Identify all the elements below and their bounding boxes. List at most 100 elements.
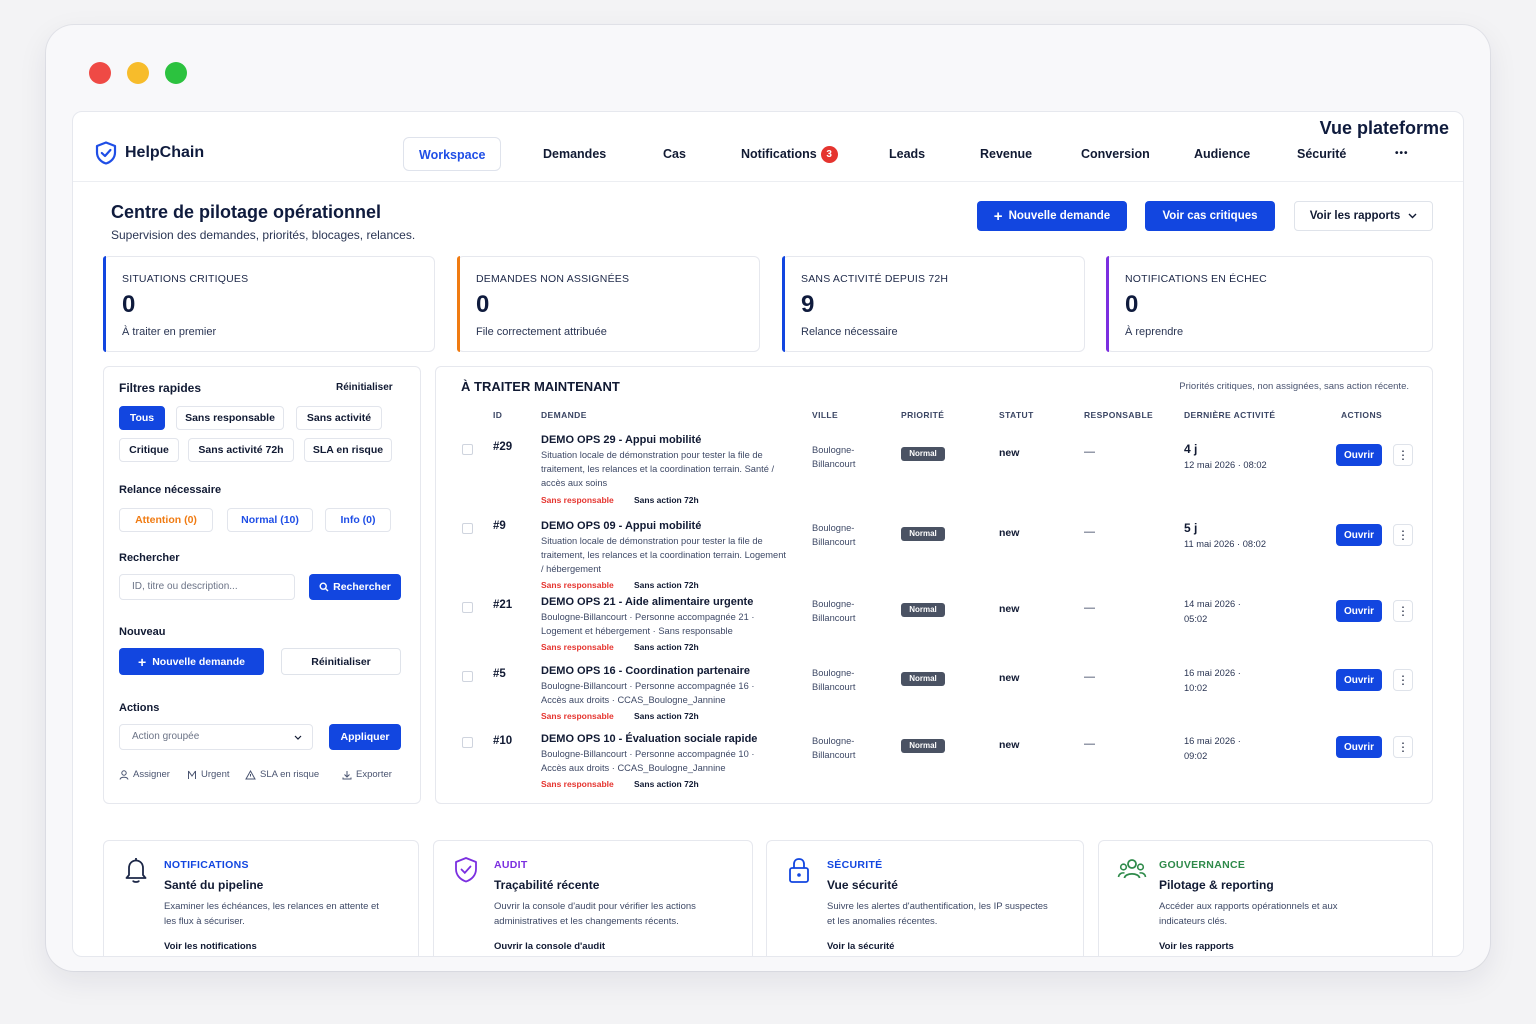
row-menu-icon[interactable]: ⋮	[1393, 444, 1413, 466]
search-icon	[319, 582, 329, 592]
th-derniere-activite: DERNIÈRE ACTIVITÉ	[1184, 410, 1276, 420]
maximize-window-button[interactable]	[165, 62, 187, 84]
table-row[interactable]: #10 DEMO OPS 10 - Évaluation sociale rap…	[435, 733, 1463, 795]
row-menu-icon[interactable]: ⋮	[1393, 669, 1413, 691]
shield-logo-icon	[95, 141, 117, 165]
row-checkbox[interactable]	[462, 444, 473, 455]
row-checkbox[interactable]	[462, 523, 473, 534]
logo[interactable]: HelpChain	[95, 141, 204, 165]
card-securite[interactable]: SÉCURITÉ Vue sécurité Suivre les alertes…	[766, 840, 1084, 956]
open-button[interactable]: Ouvrir	[1336, 736, 1382, 758]
priority-badge: Normal	[901, 527, 945, 541]
nav-conversion[interactable]: Conversion	[1081, 137, 1150, 171]
row-status: new	[999, 527, 1020, 539]
card-gouvernance[interactable]: GOUVERNANCE Pilotage & reporting Accéder…	[1098, 840, 1433, 956]
card-notifications[interactable]: NOTIFICATIONS Santé du pipeline Examiner…	[103, 840, 419, 956]
row-menu-icon[interactable]: ⋮	[1393, 736, 1413, 758]
bulk-action-select[interactable]: Action groupée	[119, 724, 313, 750]
row-description: Situation locale de démonstration pour t…	[541, 536, 786, 574]
tag-sans-action: Sans action 72h	[634, 642, 699, 652]
row-city: Boulogne-Billancourt	[812, 599, 856, 623]
nav-workspace[interactable]: Workspace	[403, 137, 502, 171]
row-title[interactable]: DEMO OPS 21 - Aide alimentaire urgente	[541, 596, 753, 608]
minimize-window-button[interactable]	[127, 62, 149, 84]
row-status: new	[999, 603, 1020, 615]
close-window-button[interactable]	[89, 62, 111, 84]
chip-critique[interactable]: Critique	[119, 438, 179, 462]
sidebar-new-request-button[interactable]: + Nouvelle demande	[119, 648, 264, 675]
chip-attention[interactable]: Attention (0)	[119, 508, 213, 532]
kpi-value: 0	[1125, 291, 1139, 318]
table-row[interactable]: #9 DEMO OPS 09 - Appui mobilité Situatio…	[435, 520, 1463, 596]
row-menu-icon[interactable]: ⋮	[1393, 600, 1413, 622]
bell-icon	[125, 858, 147, 883]
filters-reset-link[interactable]: Réinitialiser	[336, 382, 393, 393]
open-button[interactable]: Ouvrir	[1336, 669, 1382, 691]
more-menu-icon[interactable]: •••	[1395, 137, 1409, 171]
card-title: Santé du pipeline	[164, 878, 264, 892]
chip-sans-activite-72h[interactable]: Sans activité 72h	[188, 438, 294, 462]
tag-sans-action: Sans action 72h	[634, 711, 699, 721]
chip-sans-responsable[interactable]: Sans responsable	[176, 406, 284, 430]
th-responsable: RESPONSABLE	[1084, 410, 1154, 420]
chip-tous[interactable]: Tous	[119, 406, 165, 430]
sla-risk-action[interactable]: SLA en risque	[245, 769, 319, 780]
card-title: Pilotage & reporting	[1159, 878, 1274, 892]
th-actions: ACTIONS	[1341, 410, 1383, 420]
nav-audience[interactable]: Audience	[1194, 137, 1250, 171]
new-request-button[interactable]: + Nouvelle demande	[977, 201, 1127, 231]
search-button[interactable]: Rechercher	[309, 574, 401, 600]
kpi-failed-notifications[interactable]: NOTIFICATIONS EN ÉCHEC 0 À reprendre	[1106, 256, 1433, 352]
open-button[interactable]: Ouvrir	[1336, 444, 1382, 466]
row-title[interactable]: DEMO OPS 29 - Appui mobilité	[541, 434, 701, 446]
chip-normal[interactable]: Normal (10)	[227, 508, 313, 532]
row-checkbox[interactable]	[462, 737, 473, 748]
card-link[interactable]: Voir les notifications	[164, 941, 257, 952]
row-title[interactable]: DEMO OPS 16 - Coordination partenaire	[541, 665, 750, 677]
table-row[interactable]: #21 DEMO OPS 21 - Aide alimentaire urgen…	[435, 596, 1463, 658]
row-checkbox[interactable]	[462, 602, 473, 613]
page-title: Centre de pilotage opérationnel	[111, 202, 382, 222]
nav-cas[interactable]: Cas	[663, 137, 686, 171]
apply-button[interactable]: Appliquer	[329, 724, 401, 750]
kpi-critical-situations[interactable]: SITUATIONS CRITIQUES 0 À traiter en prem…	[103, 256, 435, 352]
chevron-down-icon	[294, 735, 302, 740]
row-title[interactable]: DEMO OPS 10 - Évaluation sociale rapide	[541, 733, 757, 745]
chip-sla-en-risque[interactable]: SLA en risque	[304, 438, 392, 462]
card-link[interactable]: Voir la sécurité	[827, 941, 894, 952]
nav-demandes[interactable]: Demandes	[543, 137, 606, 171]
card-audit[interactable]: AUDIT Traçabilité récente Ouvrir la cons…	[433, 840, 753, 956]
nav-notifications[interactable]: Notifications 3	[741, 137, 838, 171]
export-action[interactable]: Exporter	[342, 769, 392, 780]
row-checkbox[interactable]	[462, 671, 473, 682]
chip-info[interactable]: Info (0)	[325, 508, 391, 532]
filters-title: Filtres rapides	[119, 381, 202, 395]
nav-securite[interactable]: Sécurité	[1297, 137, 1346, 171]
kpi-no-activity-72h[interactable]: SANS ACTIVITÉ DEPUIS 72H 9 Relance néces…	[782, 256, 1085, 352]
nav-leads[interactable]: Leads	[889, 137, 925, 171]
table-row[interactable]: #5 DEMO OPS 16 - Coordination partenaire…	[435, 665, 1463, 727]
th-ville: VILLE	[812, 410, 839, 420]
open-button[interactable]: Ouvrir	[1336, 600, 1382, 622]
search-input[interactable]: ID, titre ou description...	[119, 574, 295, 600]
row-menu-icon[interactable]: ⋮	[1393, 524, 1413, 546]
card-link[interactable]: Ouvrir la console d'audit	[494, 941, 605, 952]
page-subtitle: Supervision des demandes, priorités, blo…	[111, 228, 416, 242]
open-button[interactable]: Ouvrir	[1336, 524, 1382, 546]
users-icon	[1117, 859, 1147, 879]
card-link[interactable]: Voir les rapports	[1159, 941, 1234, 952]
row-title[interactable]: DEMO OPS 09 - Appui mobilité	[541, 520, 701, 532]
reports-dropdown[interactable]: Voir les rapports	[1294, 201, 1433, 231]
critical-cases-button[interactable]: Voir cas critiques	[1145, 201, 1275, 231]
chip-sans-activite[interactable]: Sans activité	[296, 406, 382, 430]
nav-revenue[interactable]: Revenue	[980, 137, 1032, 171]
sidebar-reset-button[interactable]: Réinitialiser	[281, 648, 401, 675]
table-row[interactable]: #29 DEMO OPS 29 - Appui mobilité Situati…	[435, 434, 1463, 510]
kpi-unassigned-requests[interactable]: DEMANDES NON ASSIGNÉES 0 File correcteme…	[457, 256, 760, 352]
row-activity-date: 16 mai 2026 · 09:02	[1184, 736, 1241, 761]
warning-icon	[245, 769, 256, 779]
urgent-action[interactable]: Urgent	[187, 769, 230, 780]
assign-action[interactable]: Assigner	[119, 769, 170, 780]
urgent-label: Urgent	[201, 769, 230, 780]
tag-sans-responsable: Sans responsable	[541, 580, 614, 590]
